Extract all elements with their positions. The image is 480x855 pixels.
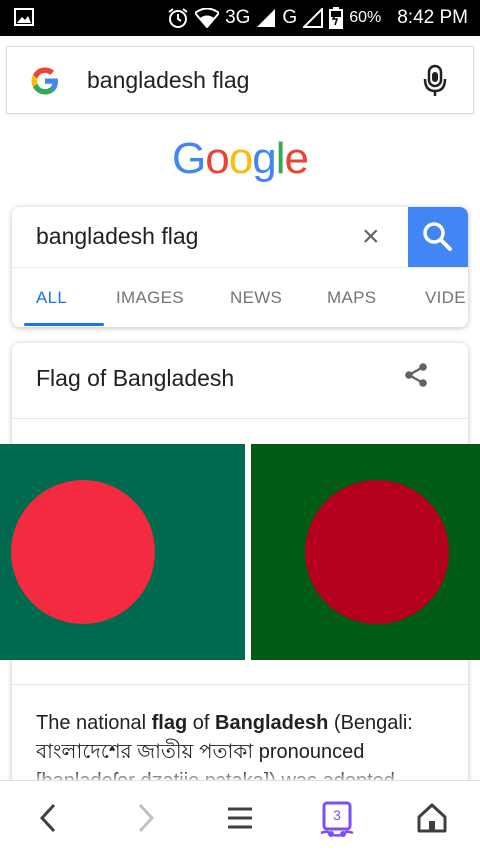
back-icon[interactable] (32, 801, 66, 835)
flag-red-disc (11, 480, 155, 624)
desc-bold-flag: flag (151, 712, 188, 734)
panel-divider (12, 418, 468, 419)
desc-bold-bangladesh: Bangladesh (215, 712, 329, 734)
signal-icon (257, 9, 276, 27)
flag-red-disc-2 (305, 480, 449, 624)
tab-count: 3 (333, 807, 341, 823)
knowledge-panel-title: Flag of Bangladesh (36, 365, 235, 391)
battery-percent: 60% (349, 9, 382, 26)
home-icon[interactable] (415, 801, 449, 835)
battery-icon (329, 7, 344, 29)
logo-letter-o1: o (205, 134, 230, 183)
signal-icon-2 (303, 8, 324, 28)
tabs-button[interactable]: 3 (318, 801, 356, 839)
search-box-card: bangladesh flag × ALL IMAGES NEWS MAPS V… (12, 207, 468, 327)
logo-letter-e: e (284, 134, 309, 183)
desc-text-2: of (187, 712, 215, 734)
alarm-icon (168, 8, 188, 28)
bottom-nav-bar: 3 (0, 780, 480, 855)
google-logo: Google (0, 134, 480, 184)
logo-letter-o2: o (228, 134, 254, 183)
network-type-text: 3G (225, 7, 251, 28)
gallery-notification-icon (14, 8, 34, 26)
top-search-query[interactable]: bangladesh flag (87, 67, 249, 94)
status-right: 3G G 60% 8:42 PM (167, 0, 468, 36)
desc-text-1: The national (36, 712, 152, 734)
logo-letter-l: l (275, 134, 286, 183)
top-search-bar[interactable]: bangladesh flag (6, 46, 474, 114)
panel-divider-2 (12, 684, 468, 685)
clear-search-button[interactable]: × (362, 221, 390, 253)
active-tab-indicator (24, 323, 104, 326)
tab-news[interactable]: NEWS (230, 288, 282, 308)
forward-icon[interactable] (128, 801, 162, 835)
share-icon[interactable] (402, 361, 430, 389)
microphone-icon[interactable] (423, 64, 447, 98)
search-button[interactable] (408, 207, 468, 267)
status-bar: 3G G 60% 8:42 PM (0, 0, 480, 36)
tab-maps[interactable]: MAPS (327, 288, 376, 308)
wifi-icon (195, 8, 220, 28)
menu-icon[interactable] (223, 801, 257, 835)
network-type-text-2: G (282, 7, 298, 28)
search-tabs: ALL IMAGES NEWS MAPS VIDE (12, 268, 468, 327)
tab-images[interactable]: IMAGES (116, 288, 184, 308)
logo-letter-g2: g (252, 134, 277, 183)
search-icon (423, 222, 452, 251)
tab-videos[interactable]: VIDE (425, 288, 466, 308)
flag-image-2[interactable] (251, 444, 480, 660)
google-g-icon (31, 67, 58, 95)
logo-letter-g: G (172, 134, 206, 183)
search-input[interactable]: bangladesh flag (36, 223, 198, 250)
tab-all[interactable]: ALL (36, 288, 67, 308)
flag-image-1[interactable] (0, 444, 245, 660)
clock-time: 8:42 PM (397, 7, 468, 28)
